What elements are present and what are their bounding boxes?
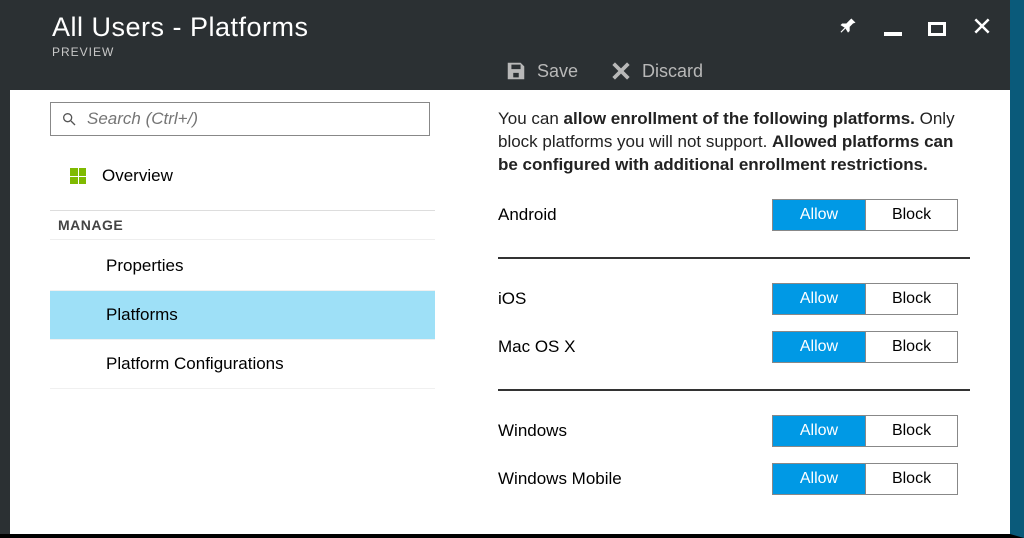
discard-icon	[610, 60, 632, 82]
overview-label: Overview	[102, 166, 173, 186]
discard-button[interactable]: Discard	[610, 60, 703, 82]
maximize-icon[interactable]	[928, 22, 946, 36]
window-controls	[838, 16, 992, 42]
sidebar-item-properties[interactable]: Properties	[50, 242, 435, 291]
sidebar-item-platforms[interactable]: Platforms	[50, 291, 435, 340]
block-option[interactable]: Block	[865, 284, 957, 314]
save-icon	[505, 60, 527, 82]
intro-text: You can allow enrollment of the followin…	[498, 108, 958, 177]
search-box[interactable]	[50, 102, 430, 136]
allow-option[interactable]: Allow	[773, 464, 865, 494]
allow-option[interactable]: Allow	[773, 416, 865, 446]
platform-label: iOS	[498, 289, 526, 309]
page-subtitle: PREVIEW	[52, 45, 986, 59]
platform-label: Android	[498, 205, 557, 225]
sidebar-item-platform-configurations[interactable]: Platform Configurations	[50, 340, 435, 389]
window-header: All Users - Platforms PREVIEW Save Disca…	[0, 0, 1010, 90]
allow-option[interactable]: Allow	[773, 332, 865, 362]
platform-row-mac-os-x: Mac OS X AllowBlock	[498, 323, 958, 371]
sidebar: Overview MANAGE PropertiesPlatformsPlatf…	[0, 90, 460, 534]
sidebar-section-manage: MANAGE	[50, 210, 435, 240]
save-label: Save	[537, 61, 578, 82]
allow-option[interactable]: Allow	[773, 200, 865, 230]
block-option[interactable]: Block	[865, 464, 957, 494]
allow-block-toggle[interactable]: AllowBlock	[772, 199, 958, 231]
toolbar: Save Discard	[505, 60, 703, 82]
platform-row-android: Android AllowBlock	[498, 191, 958, 239]
search-icon	[61, 111, 77, 127]
overview-icon	[70, 168, 86, 184]
platform-label: Windows	[498, 421, 567, 441]
platform-label: Mac OS X	[498, 337, 575, 357]
platform-row-windows: Windows AllowBlock	[498, 407, 958, 455]
block-option[interactable]: Block	[865, 200, 957, 230]
main-panel: You can allow enrollment of the followin…	[460, 90, 1010, 534]
sidebar-item-overview[interactable]: Overview	[50, 160, 460, 192]
minimize-icon[interactable]	[884, 22, 902, 36]
search-input[interactable]	[87, 109, 419, 129]
save-button[interactable]: Save	[505, 60, 578, 82]
close-icon[interactable]	[972, 16, 992, 42]
allow-option[interactable]: Allow	[773, 284, 865, 314]
pin-icon[interactable]	[838, 16, 858, 42]
allow-block-toggle[interactable]: AllowBlock	[772, 283, 958, 315]
allow-block-toggle[interactable]: AllowBlock	[772, 415, 958, 447]
allow-block-toggle[interactable]: AllowBlock	[772, 331, 958, 363]
block-option[interactable]: Block	[865, 416, 957, 446]
platform-row-windows-mobile: Windows Mobile AllowBlock	[498, 455, 958, 503]
platform-row-ios: iOS AllowBlock	[498, 275, 958, 323]
platform-label: Windows Mobile	[498, 469, 622, 489]
discard-label: Discard	[642, 61, 703, 82]
block-option[interactable]: Block	[865, 332, 957, 362]
allow-block-toggle[interactable]: AllowBlock	[772, 463, 958, 495]
